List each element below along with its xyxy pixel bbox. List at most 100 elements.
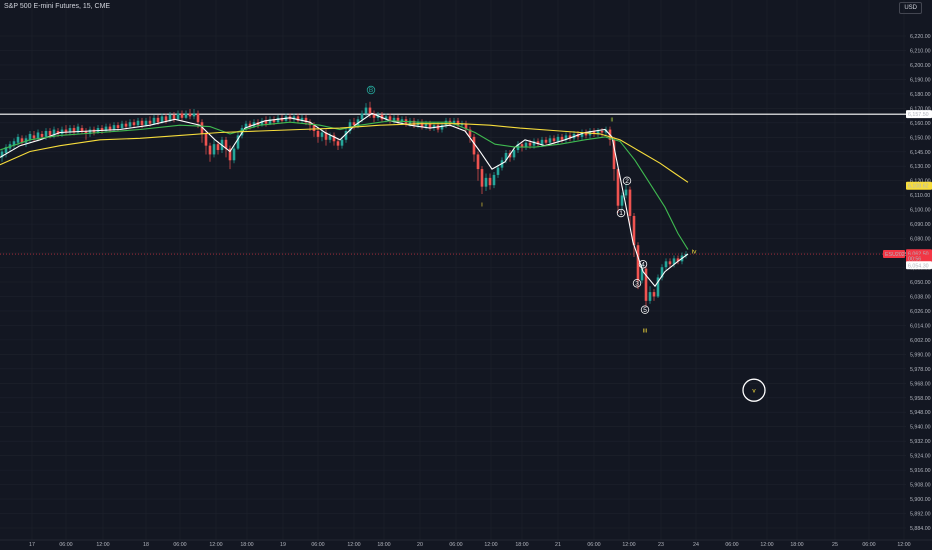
x-tick-label: 12:00	[484, 542, 497, 548]
candle-body	[664, 261, 668, 268]
y-tick-label: 5,958.00	[910, 396, 931, 402]
y-tick-label: 6,014.00	[910, 323, 931, 329]
candle-body	[652, 292, 656, 297]
y-tick-label: 6,090.00	[910, 222, 931, 228]
candle-body	[480, 169, 484, 187]
candle-body	[160, 116, 164, 123]
candle-body	[392, 117, 396, 121]
y-tick-label: 6,050.00	[910, 280, 931, 286]
x-tick-label: 24	[693, 542, 699, 548]
candle-body	[184, 113, 188, 118]
price-label: 6,054.30	[908, 263, 929, 269]
candle-body	[616, 169, 620, 206]
y-tick-label: 5,884.00	[910, 526, 931, 532]
y-tick-label: 5,924.00	[910, 454, 931, 460]
candle-body	[620, 195, 624, 206]
wave-label: 1	[619, 210, 623, 217]
y-tick-label: 6,190.00	[910, 77, 931, 83]
candle-body	[628, 189, 632, 216]
candle-body	[648, 292, 652, 301]
candle-body	[496, 167, 500, 175]
candle-body	[124, 123, 128, 127]
wave-label: 5	[643, 307, 647, 314]
candle-body	[548, 138, 552, 143]
y-tick-label: 6,210.00	[910, 48, 931, 54]
candle-body	[544, 139, 548, 143]
horizontal-lines	[0, 113, 906, 255]
candle-body	[444, 120, 448, 126]
x-tick-label: 12:00	[209, 542, 222, 548]
candle-body	[540, 139, 544, 145]
x-tick-label: 06:00	[862, 542, 875, 548]
y-tick-label: 6,100.00	[910, 208, 931, 214]
wave-label: B	[369, 87, 373, 94]
candle-body	[364, 107, 368, 114]
candle-body	[28, 133, 32, 140]
x-tick-label: 06:00	[311, 542, 324, 548]
candle-body	[560, 136, 564, 140]
x-tick-label: 18:00	[240, 542, 253, 548]
y-tick-label: 5,940.00	[910, 425, 931, 431]
wave-label: 4	[641, 261, 645, 268]
wave-label: 3	[635, 281, 639, 288]
candle-body	[636, 245, 640, 281]
candle-body	[624, 189, 628, 196]
candle-body	[488, 177, 492, 186]
candle-body	[556, 136, 560, 142]
x-tick-label: 06:00	[725, 542, 738, 548]
wave-label: iii	[643, 327, 647, 334]
y-tick-label: 5,990.00	[910, 352, 931, 358]
candle-body	[16, 136, 20, 143]
candle-body	[552, 138, 556, 142]
currency-button[interactable]: USD	[899, 2, 922, 14]
candle-body	[144, 120, 148, 126]
candle-body	[420, 122, 424, 127]
candle-body	[216, 144, 220, 151]
candle-body	[180, 113, 184, 118]
candle-body	[476, 154, 480, 170]
x-tick-label: 12:00	[622, 542, 635, 548]
candle-body	[212, 144, 216, 155]
y-tick-label: 6,038.00	[910, 294, 931, 300]
candle-body	[120, 123, 124, 129]
candle-body	[40, 133, 44, 137]
candle-body	[172, 114, 176, 120]
candle-body	[108, 126, 112, 130]
price-label: ESU2025	[885, 252, 908, 258]
price-axis[interactable]: 6,220.00 6,210.00 6,200.00 6,190.00 6,180.00…	[883, 0, 932, 540]
wave-label: i	[481, 201, 482, 208]
y-tick-label: 5,916.00	[910, 468, 931, 474]
candle-body	[360, 113, 364, 120]
candle-body	[44, 131, 48, 137]
time-axis[interactable]: 17 06:00 12:00 18 06:00 12:00 18:00 19 06:00 12:0…	[0, 539, 932, 548]
x-tick-label: 21	[555, 542, 561, 548]
y-tick-label: 6,110.00	[910, 193, 930, 199]
y-tick-label: 5,892.00	[910, 512, 931, 518]
x-tick-label: 06:00	[587, 542, 600, 548]
candle-body	[232, 148, 236, 161]
y-tick-label: 5,908.00	[910, 483, 931, 489]
x-tick-label: 18:00	[515, 542, 528, 548]
candle-body	[156, 117, 160, 123]
candle-body	[512, 150, 516, 158]
candle-body	[524, 142, 528, 148]
candle-body	[176, 113, 180, 120]
y-tick-label: 6,002.00	[910, 338, 931, 344]
candle-body	[668, 261, 672, 265]
y-tick-label: 6,150.00	[910, 135, 931, 141]
candle-body	[484, 177, 488, 187]
y-tick-label: 5,900.00	[910, 497, 931, 503]
candle-body	[320, 132, 324, 137]
y-tick-label: 6,160.00	[910, 121, 931, 127]
x-tick-label: 06:00	[173, 542, 186, 548]
x-tick-label: 25	[832, 542, 838, 548]
candle-body	[112, 125, 116, 130]
candle-body	[528, 142, 532, 146]
wave-label: 2	[625, 178, 629, 185]
candle-body	[80, 128, 84, 132]
x-tick-label: 17	[29, 542, 35, 548]
x-tick-label: 12:00	[897, 542, 910, 548]
x-tick-label: 20	[417, 542, 423, 548]
candle-body	[316, 131, 320, 137]
price-chart[interactable]: iiiiiiivvB12345 6,220.006,210.006,200.00…	[0, 0, 932, 550]
